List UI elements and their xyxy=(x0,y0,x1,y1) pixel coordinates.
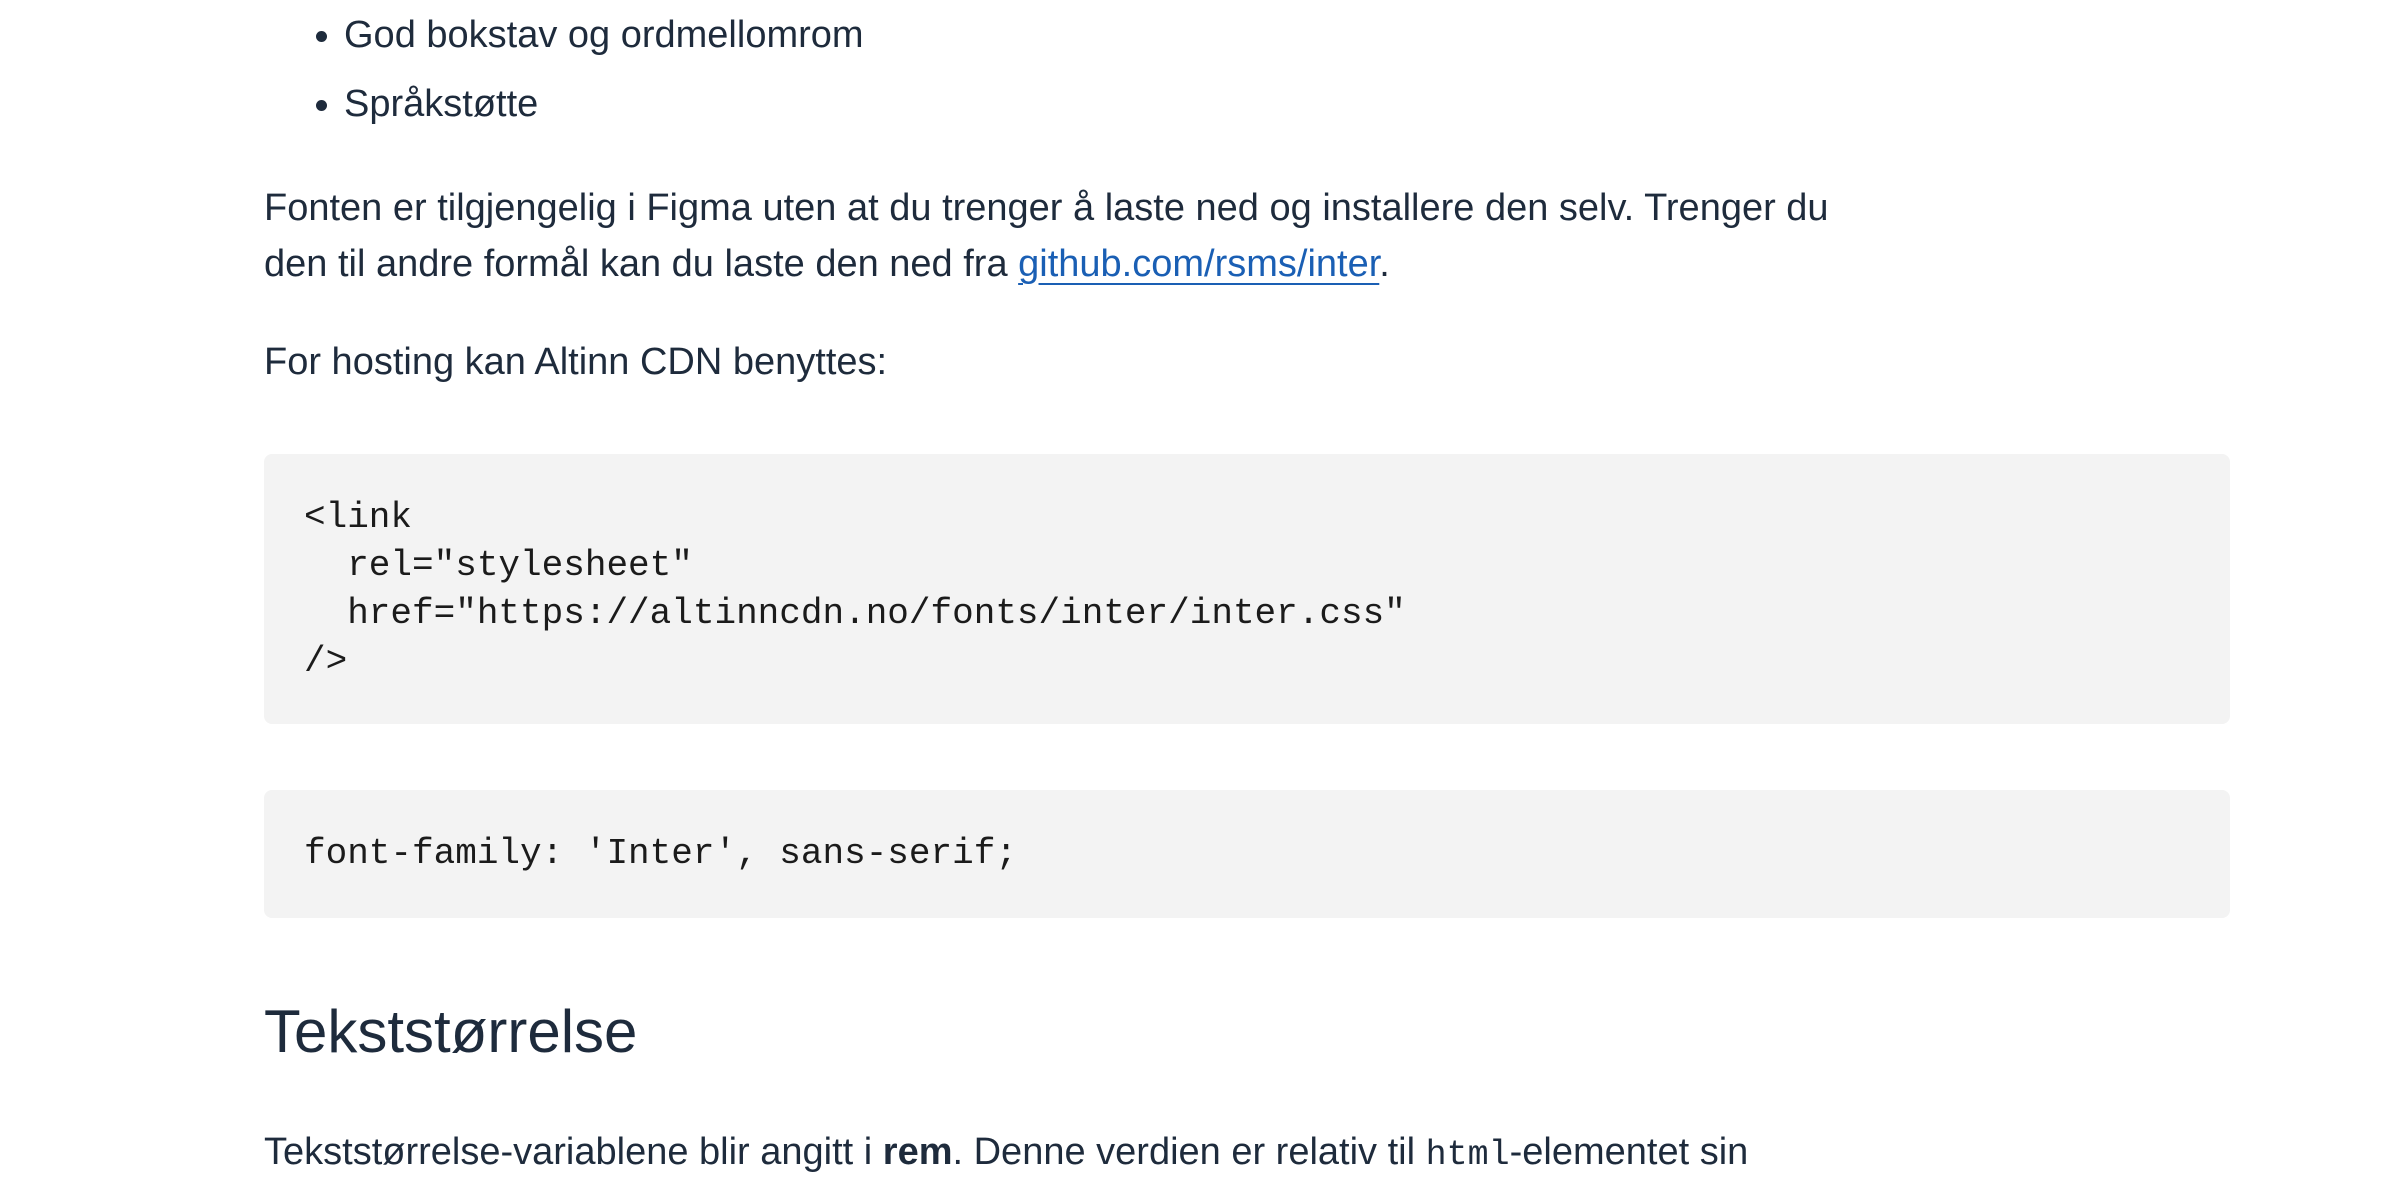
section-heading: Tekststørrelse xyxy=(264,998,638,1065)
list-item: Språkstøtte xyxy=(316,81,864,127)
paragraph-text: . Denne verdien er relativ til xyxy=(952,1131,1426,1173)
code-block-font-family: font-family: 'Inter', sans-serif; xyxy=(264,790,2230,918)
github-link[interactable]: github.com/rsms/inter xyxy=(1018,243,1379,285)
font-availability-paragraph: Fonten er tilgjengelig i Figma uten at d… xyxy=(264,180,1864,292)
hosting-paragraph: For hosting kan Altinn CDN benyttes: xyxy=(264,341,888,383)
list-item: God bokstav og ordmellomrom xyxy=(316,14,864,56)
code-text: font-family: 'Inter', sans-serif; xyxy=(304,833,1017,874)
emphasis-text: rem xyxy=(882,1131,953,1173)
code-text: <link rel="stylesheet" href="https://alt… xyxy=(304,497,1406,682)
paragraph-text: Tekststørrelse-variablene blir angitt i xyxy=(264,1131,883,1173)
text-size-paragraph: Tekststørrelse-variablene blir angitt i … xyxy=(264,1124,1864,1183)
paragraph-text: . xyxy=(1379,243,1390,285)
code-block-link-tag: <link rel="stylesheet" href="https://alt… xyxy=(264,454,2230,724)
feature-list: God bokstav og ordmellomrom Språkstøtte xyxy=(316,12,864,150)
inline-code: html xyxy=(1425,1135,1510,1175)
paragraph-text: -elementet sin xyxy=(1509,1131,1749,1173)
